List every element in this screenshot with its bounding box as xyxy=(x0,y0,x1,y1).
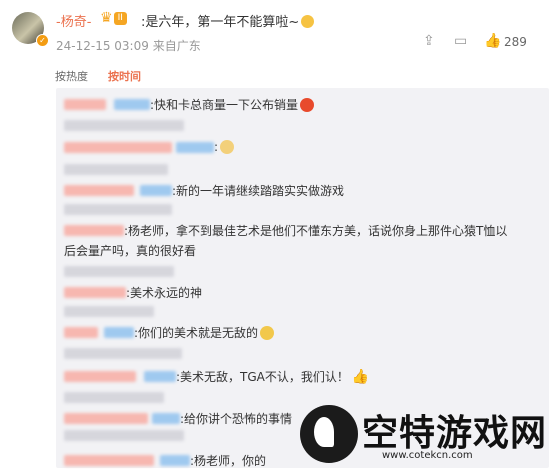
user-badge-blurred xyxy=(140,185,172,196)
user-name-blurred[interactable] xyxy=(64,141,172,153)
thumbs-up-icon: 👍 xyxy=(351,368,370,385)
blurred-text xyxy=(64,392,164,403)
user-name-blurred[interactable] xyxy=(64,327,98,338)
post-text-content: :是六年，第一年不能算啦~ xyxy=(141,15,300,30)
vip-badge[interactable]: ♛ II xyxy=(100,10,127,26)
comment-item xyxy=(64,348,182,359)
comment-text: :你们的美术就是无敌的 xyxy=(134,326,259,340)
watermark-logo xyxy=(300,405,358,463)
comment-text: : xyxy=(214,140,219,154)
comment-text: :给你讲个恐怖的事情 xyxy=(180,412,293,426)
comment-item: :美术永远的神 xyxy=(64,284,202,301)
crying-face-icon xyxy=(260,325,275,340)
comment-text: :杨老师，你的 xyxy=(190,454,267,468)
blurred-text xyxy=(64,120,184,131)
blurred-text xyxy=(64,348,182,359)
blurred-text xyxy=(64,266,174,277)
share-icon[interactable]: ⇪ xyxy=(423,33,435,49)
comment-item: : xyxy=(64,140,235,154)
tab-sort-time[interactable]: 按时间 xyxy=(108,68,141,84)
level-badge: II xyxy=(113,11,127,25)
like-count: 289 xyxy=(504,35,527,49)
comment-icon[interactable]: ▭ xyxy=(454,33,467,49)
comment-text: :杨老师，拿不到最佳艺术是他们不懂东方美，话说你身上那件心猿T恤以 xyxy=(124,224,508,238)
comment-text: :美术永远的神 xyxy=(126,286,203,300)
crown-icon: ♛ xyxy=(100,10,113,26)
blurred-text xyxy=(64,204,172,215)
cat-face-icon xyxy=(220,140,235,154)
user-name-blurred[interactable] xyxy=(64,287,126,298)
comment-item xyxy=(64,204,172,215)
user-badge-blurred xyxy=(104,327,134,338)
user-badge-blurred xyxy=(152,413,180,424)
comment-item-continued: 后会量产吗，真的很好看 xyxy=(64,242,196,259)
comment-text: :新的一年请继续踏踏实实做游戏 xyxy=(172,184,345,198)
author-name[interactable]: -杨奇- xyxy=(56,11,91,30)
comment-item: :快和卡总商量一下公布销量 xyxy=(64,96,315,113)
comment-item: :美术无敌，TGA不认，我们认！ 👍 xyxy=(64,368,369,385)
comment-text: :快和卡总商量一下公布销量 xyxy=(150,98,299,112)
post-header: ✓ -杨奇- ♛ II :是六年，第一年不能算啦~ 24-12-15 03:09… xyxy=(0,0,550,62)
post-meta: 24-12-15 03:09 来自广东 xyxy=(56,37,201,54)
post-text: :是六年，第一年不能算啦~ xyxy=(141,11,315,30)
angry-face-icon xyxy=(300,97,315,112)
watermark-title: 空特游戏网 xyxy=(362,413,548,454)
comment-item xyxy=(64,306,154,317)
user-badge-blurred xyxy=(114,99,150,110)
post-source: 来自广东 xyxy=(152,39,201,53)
post-date: 24-12-15 03:09 xyxy=(56,39,149,53)
comment-item: :新的一年请继续踏踏实实做游戏 xyxy=(64,182,344,199)
comment-item: :给你讲个恐怖的事情 xyxy=(64,410,292,427)
comment-item: :杨老师，你的 xyxy=(64,452,266,469)
watermark-url: www.cotekcn.com xyxy=(382,450,473,461)
smile-icon xyxy=(301,15,315,28)
tab-sort-hot[interactable]: 按热度 xyxy=(55,68,88,84)
like-icon[interactable]: 👍 xyxy=(484,33,501,49)
user-name-blurred[interactable] xyxy=(64,413,148,424)
sort-tabs: 按热度 按时间 xyxy=(55,68,141,84)
blurred-text xyxy=(64,306,154,317)
comment-item xyxy=(64,430,184,441)
comment-item: :你们的美术就是无敌的 xyxy=(64,324,275,341)
user-name-blurred[interactable] xyxy=(64,225,124,236)
user-badge-blurred xyxy=(144,371,176,382)
comment-item: :杨老师，拿不到最佳艺术是他们不懂东方美，话说你身上那件心猿T恤以 xyxy=(64,222,507,239)
blurred-text xyxy=(64,164,168,175)
comment-text: 后会量产吗，真的很好看 xyxy=(64,244,197,258)
user-name-blurred[interactable] xyxy=(64,371,136,382)
comment-text: :美术无敌，TGA不认，我们认！ xyxy=(176,370,349,384)
comment-item xyxy=(64,392,164,403)
user-name-blurred[interactable] xyxy=(64,455,154,466)
comment-item xyxy=(64,120,184,131)
user-badge-blurred xyxy=(160,455,190,466)
user-name-blurred[interactable] xyxy=(64,185,134,196)
blurred-text xyxy=(64,430,184,441)
verified-badge-icon: ✓ xyxy=(36,34,49,47)
user-badge-blurred xyxy=(176,141,214,153)
comment-item xyxy=(64,164,168,175)
user-name-blurred[interactable] xyxy=(64,99,106,110)
comment-item xyxy=(64,266,174,277)
